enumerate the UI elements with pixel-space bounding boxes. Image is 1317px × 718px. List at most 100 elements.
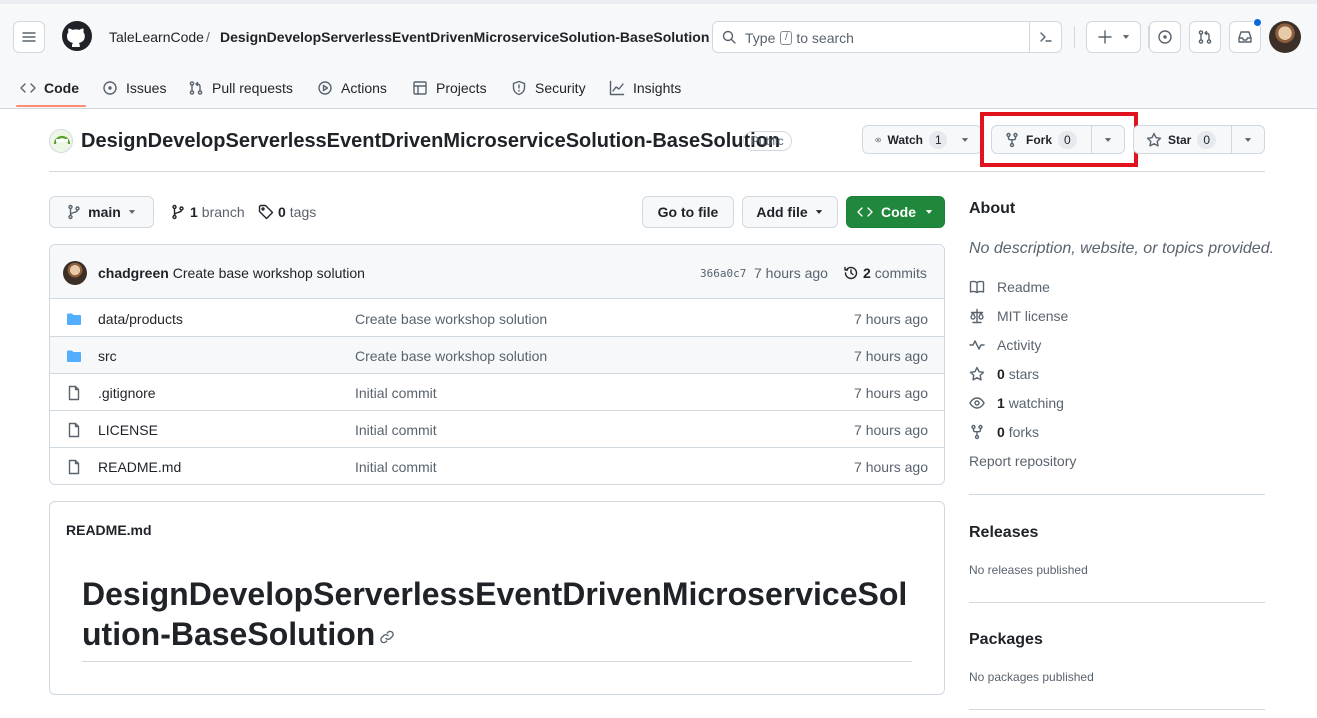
- folder-icon: [67, 350, 81, 362]
- tag-word: tags: [289, 204, 317, 220]
- file-name[interactable]: src: [98, 348, 117, 364]
- history-icon: [844, 266, 858, 280]
- file-icon: [68, 459, 80, 475]
- code-logo-icon: [51, 131, 72, 152]
- readme-label[interactable]: README.md: [66, 522, 152, 538]
- table-row[interactable]: LICENSE Initial commit 7 hours ago: [50, 411, 944, 448]
- watching-text: 1 watching: [997, 395, 1064, 411]
- notification-indicator: [1253, 18, 1262, 27]
- tab-projects[interactable]: Projects: [412, 68, 487, 108]
- sidebar-divider: [969, 709, 1265, 710]
- code-icon: [20, 83, 36, 93]
- tab-security[interactable]: Security: [511, 68, 586, 108]
- commit-word: commits: [874, 265, 927, 281]
- commit-message[interactable]: Create base workshop solution: [173, 265, 365, 281]
- file-name[interactable]: data/products: [98, 311, 183, 327]
- tab-projects-label: Projects: [436, 80, 487, 96]
- file-name-part[interactable]: products: [129, 311, 183, 327]
- git-pull-request-icon: [1198, 30, 1212, 44]
- about-title: About: [969, 200, 1016, 217]
- table-row[interactable]: data/products Create base workshop solut…: [50, 300, 944, 337]
- file-commit-message[interactable]: Initial commit: [355, 422, 437, 438]
- tags-link[interactable]: 0 tags: [258, 204, 316, 220]
- repo-title[interactable]: DesignDevelopServerlessEventDrivenMicros…: [81, 128, 780, 154]
- triangle-down-icon: [1122, 35, 1129, 39]
- star-button[interactable]: Star 0: [1134, 126, 1233, 153]
- star-dropdown[interactable]: [1232, 126, 1264, 153]
- search-input[interactable]: Type / to search: [712, 21, 1062, 53]
- commit-count: 2: [863, 265, 871, 281]
- star-icon: [969, 366, 985, 381]
- branch-selector-button[interactable]: main: [49, 196, 154, 228]
- about-description: No description, website, or topics provi…: [969, 240, 1275, 257]
- readme-link[interactable]: Readme: [969, 279, 1050, 295]
- triangle-down-icon: [961, 137, 969, 142]
- repo-owner-avatar[interactable]: [49, 129, 73, 153]
- link-icon[interactable]: [379, 629, 395, 645]
- create-new-button[interactable]: [1086, 21, 1141, 53]
- file-name[interactable]: README.md: [98, 459, 181, 475]
- tab-issues[interactable]: Issues: [102, 68, 166, 108]
- tab-insights[interactable]: Insights: [609, 68, 681, 108]
- table-row[interactable]: README.md Initial commit 7 hours ago: [50, 448, 944, 484]
- file-name-prefix[interactable]: data/: [98, 311, 129, 327]
- command-palette-button[interactable]: [1029, 22, 1061, 52]
- fork-highlight-box: [980, 112, 1138, 167]
- releases-title[interactable]: Releases: [969, 524, 1038, 542]
- file-commit-message[interactable]: Initial commit: [355, 385, 437, 401]
- code-button[interactable]: Code: [846, 196, 945, 228]
- file-name[interactable]: .gitignore: [98, 385, 156, 401]
- github-logo-icon[interactable]: [61, 20, 93, 52]
- pull-requests-button[interactable]: [1189, 21, 1221, 53]
- watch-label: Watch: [887, 132, 923, 147]
- breadcrumb-repo[interactable]: DesignDevelopServerlessEventDrivenMicros…: [220, 28, 709, 46]
- file-commit-date: 7 hours ago: [854, 348, 928, 364]
- forks-link[interactable]: 0 forks: [969, 424, 1039, 440]
- forks-count: 0: [997, 424, 1005, 440]
- tab-code[interactable]: Code: [20, 68, 79, 108]
- watching-link[interactable]: 1 watching: [969, 395, 1064, 411]
- user-avatar[interactable]: [1269, 21, 1301, 53]
- issues-button[interactable]: [1149, 21, 1181, 53]
- tab-insights-label: Insights: [633, 80, 682, 96]
- file-commit-message[interactable]: Create base workshop solution: [355, 348, 547, 364]
- file-name-part[interactable]: .gitignore: [98, 385, 156, 401]
- packages-title[interactable]: Packages: [969, 631, 1043, 649]
- file-name-part[interactable]: README.md: [98, 459, 181, 475]
- go-to-file-button[interactable]: Go to file: [642, 196, 734, 228]
- branches-link[interactable]: 1 branch: [170, 204, 245, 220]
- activity-link[interactable]: Activity: [969, 337, 1041, 353]
- license-link[interactable]: MIT license: [969, 308, 1068, 324]
- file-name-part[interactable]: src: [98, 348, 117, 364]
- graph-icon: [609, 80, 625, 96]
- commit-time: 7 hours ago: [754, 265, 828, 281]
- tag-count: 0: [278, 204, 286, 220]
- watch-button[interactable]: Watch 1: [863, 126, 951, 153]
- file-name[interactable]: LICENSE: [98, 422, 158, 438]
- pulse-icon: [969, 340, 985, 350]
- go-to-file-label: Go to file: [657, 204, 719, 220]
- star-count: 0: [1197, 130, 1217, 149]
- commit-author[interactable]: chadgreen: [98, 265, 169, 281]
- commit-sha[interactable]: 366a0c7: [700, 267, 746, 280]
- breadcrumb-owner[interactable]: TaleLearnCode: [109, 28, 204, 46]
- tab-code-label: Code: [44, 80, 79, 96]
- table-icon: [413, 81, 427, 95]
- watch-dropdown[interactable]: [951, 126, 979, 153]
- file-name-part[interactable]: LICENSE: [98, 422, 158, 438]
- table-row[interactable]: .gitignore Initial commit 7 hours ago: [50, 374, 944, 411]
- top-border: [0, 0, 1317, 4]
- file-commit-message[interactable]: Initial commit: [355, 459, 437, 475]
- stars-link[interactable]: 0 stars: [969, 366, 1039, 382]
- menu-button[interactable]: [13, 21, 45, 53]
- watching-count: 1: [997, 395, 1005, 411]
- commits-link[interactable]: 2 commits: [843, 265, 927, 281]
- file-commit-message[interactable]: Create base workshop solution: [355, 311, 547, 327]
- add-file-button[interactable]: Add file: [742, 196, 838, 228]
- tab-actions[interactable]: Actions: [317, 68, 387, 108]
- tab-pull-requests[interactable]: Pull requests: [188, 68, 293, 108]
- table-row[interactable]: src Create base workshop solution 7 hour…: [50, 337, 944, 374]
- git-branch-icon: [172, 204, 184, 220]
- commit-author-avatar[interactable]: [63, 261, 87, 285]
- report-repository-link[interactable]: Report repository: [969, 453, 1076, 469]
